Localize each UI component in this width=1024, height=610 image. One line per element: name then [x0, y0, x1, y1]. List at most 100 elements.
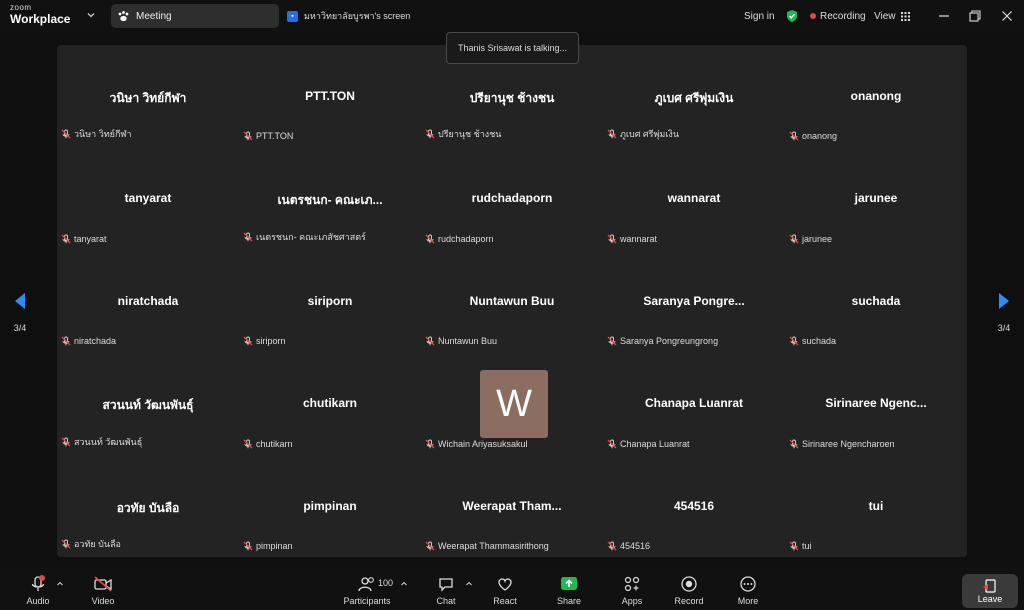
audio-button[interactable]: Audio	[24, 568, 52, 610]
sign-in-link[interactable]: Sign in	[744, 0, 775, 32]
microphone-muted-icon	[425, 336, 435, 346]
participant-tile[interactable]: Weerapat Tham... Weerapat Thammasirithong	[421, 455, 603, 557]
participant-display-name: วนิษา วิทย์กีฬา	[109, 91, 187, 105]
participant-display-name: Weerapat Tham...	[462, 498, 562, 513]
participant-tile[interactable]: rudchadaporn rudchadaporn	[421, 147, 603, 249]
arrow-left-icon[interactable]	[13, 292, 27, 310]
participants-options-chevron-icon[interactable]	[400, 580, 408, 588]
microphone-muted-icon	[607, 234, 617, 244]
chevron-down-icon[interactable]	[86, 10, 96, 20]
microphone-muted-icon	[789, 234, 799, 244]
share-button[interactable]: Share	[555, 568, 583, 610]
participant-name-label: onanong	[789, 131, 837, 141]
participant-tile[interactable]: อวทัย บันลือ อวทัย บันลือ	[57, 455, 239, 557]
title-bar: zoom Workplace Meeting ▪ มหาวิทยาลัยบูรพ…	[0, 0, 1024, 32]
participant-tile[interactable]: เนตรชนก- คณะเภ... เนตรชนก- คณะเภสัชศาสตร์	[239, 147, 421, 249]
participant-tile[interactable]: niratchada niratchada	[57, 250, 239, 352]
video-label: Video	[91, 596, 115, 606]
participant-tile[interactable]: onanong onanong	[785, 45, 967, 147]
participant-label-text: onanong	[802, 131, 838, 142]
participant-tile[interactable]: วนิษา วิทย์กีฬา วนิษา วิทย์กีฬา	[57, 45, 239, 147]
participant-display-name: Nuntawun Buu	[469, 293, 555, 308]
close-icon[interactable]	[999, 8, 1015, 24]
participant-display-name: chutikarn	[302, 396, 357, 411]
participant-tile[interactable]: tanyarat tanyarat	[57, 147, 239, 249]
participant-tile[interactable]: Saranya Pongre... Saranya Pongreungrong	[603, 250, 785, 352]
participant-name-label: siriporn	[243, 336, 286, 346]
participant-label-text: Saranya Pongreungrong	[620, 336, 719, 347]
participant-tile[interactable]: siriporn siriporn	[239, 250, 421, 352]
participants-icon	[358, 577, 374, 592]
participant-label-text: Weerapat Thammasirithong	[438, 540, 549, 551]
leave-label: Leave	[977, 594, 1003, 604]
view-button[interactable]: View	[874, 0, 910, 32]
participant-display-name: 454516	[673, 498, 715, 513]
participant-label-text: Wichain Ariyasuksakul	[438, 438, 528, 449]
participant-tile[interactable]: Nuntawun Buu Nuntawun Buu	[421, 250, 603, 352]
participant-name-label: Sirinaree Ngencharoen	[789, 439, 895, 449]
heart-icon	[498, 578, 512, 591]
participant-tile[interactable]: PTT.TON PTT.TON	[239, 45, 421, 147]
recording-label: Recording	[820, 10, 866, 22]
participant-tile[interactable]: 454516 454516	[603, 455, 785, 557]
participant-tile[interactable]: suchada suchada	[785, 250, 967, 352]
microphone-muted-icon	[425, 129, 435, 139]
participant-label-text: วนิษา วิทย์กีฬา	[74, 129, 132, 140]
participant-name-label: tui	[789, 541, 812, 551]
participant-display-name: tui	[868, 498, 884, 513]
participants-button[interactable]: Participants	[343, 568, 391, 610]
chat-options-chevron-icon[interactable]	[465, 580, 473, 588]
participant-label-text: rudchadaporn	[438, 233, 494, 244]
more-dots-icon	[740, 576, 756, 592]
more-label: More	[737, 596, 759, 606]
tab-meeting-label: Meeting	[136, 10, 172, 22]
participant-tile[interactable]: สวนนท์ วัฒนพันธุ์ สวนนท์ วัฒนพันธุ์	[57, 352, 239, 454]
participant-label-text: PTT.TON	[256, 131, 294, 142]
microphone-muted-icon	[31, 575, 45, 591]
react-button[interactable]: React	[491, 568, 519, 610]
participant-label-text: สวนนท์ วัฒนพันธุ์	[74, 436, 143, 447]
microphone-muted-icon	[607, 439, 617, 449]
chat-button[interactable]: Chat	[432, 568, 460, 610]
participant-name-label: Saranya Pongreungrong	[607, 336, 718, 346]
microphone-muted-icon	[607, 541, 617, 551]
apps-button[interactable]: Apps	[618, 568, 646, 610]
participant-tile[interactable]: wannarat wannarat	[603, 147, 785, 249]
participant-tile[interactable]: W Wichain Ariyasuksakul	[421, 352, 603, 454]
share-label: Share	[556, 596, 582, 606]
participant-tile[interactable]: pimpinan pimpinan	[239, 455, 421, 557]
participant-tile[interactable]: tui tui	[785, 455, 967, 557]
recording-indicator[interactable]: Recording	[810, 0, 866, 32]
pager-right[interactable]: 3/4	[989, 292, 1019, 333]
participant-name-label: wannarat	[607, 234, 657, 244]
microphone-muted-icon	[789, 439, 799, 449]
leave-button[interactable]: Leave	[962, 574, 1018, 608]
microphone-muted-icon	[425, 439, 435, 449]
arrow-right-icon[interactable]	[997, 292, 1011, 310]
microphone-muted-icon	[607, 129, 617, 139]
participant-name-label: Nuntawun Buu	[425, 336, 497, 346]
video-button[interactable]: Video	[89, 568, 117, 610]
participant-label-text: niratchada	[74, 336, 117, 347]
tab-screen-share[interactable]: ▪ มหาวิทยาลัยบูรพา's screen	[287, 4, 410, 28]
participant-label-text: tui	[802, 540, 812, 551]
minimize-icon[interactable]	[936, 8, 952, 24]
participant-label-text: ภูเบศ ศรีพุ่มเงิน	[620, 129, 679, 140]
participant-tile[interactable]: Chanapa Luanrat Chanapa Luanrat	[603, 352, 785, 454]
more-button[interactable]: More	[734, 568, 762, 610]
security-shield-icon[interactable]	[785, 0, 799, 32]
participant-display-name: pimpinan	[303, 498, 357, 513]
tab-meeting[interactable]: Meeting	[111, 4, 279, 28]
audio-options-chevron-icon[interactable]	[56, 580, 64, 588]
chat-label: Chat	[436, 596, 456, 606]
participant-tile[interactable]: Sirinaree Ngenc... Sirinaree Ngencharoen	[785, 352, 967, 454]
participant-label-text: ปรียานุช ช้างชน	[438, 129, 502, 140]
participant-tile[interactable]: jarunee jarunee	[785, 147, 967, 249]
restore-icon[interactable]	[967, 8, 983, 24]
pager-left[interactable]: 3/4	[5, 292, 35, 333]
participant-name-label: เนตรชนก- คณะเภสัชศาสตร์	[243, 230, 366, 244]
participant-tile[interactable]: ภูเบศ ศรีพุ่มเงิน ภูเบศ ศรีพุ่มเงิน	[603, 45, 785, 147]
record-button[interactable]: Record	[672, 568, 706, 610]
participant-tile[interactable]: chutikarn chutikarn	[239, 352, 421, 454]
participant-name-label: Wichain Ariyasuksakul	[425, 439, 528, 449]
